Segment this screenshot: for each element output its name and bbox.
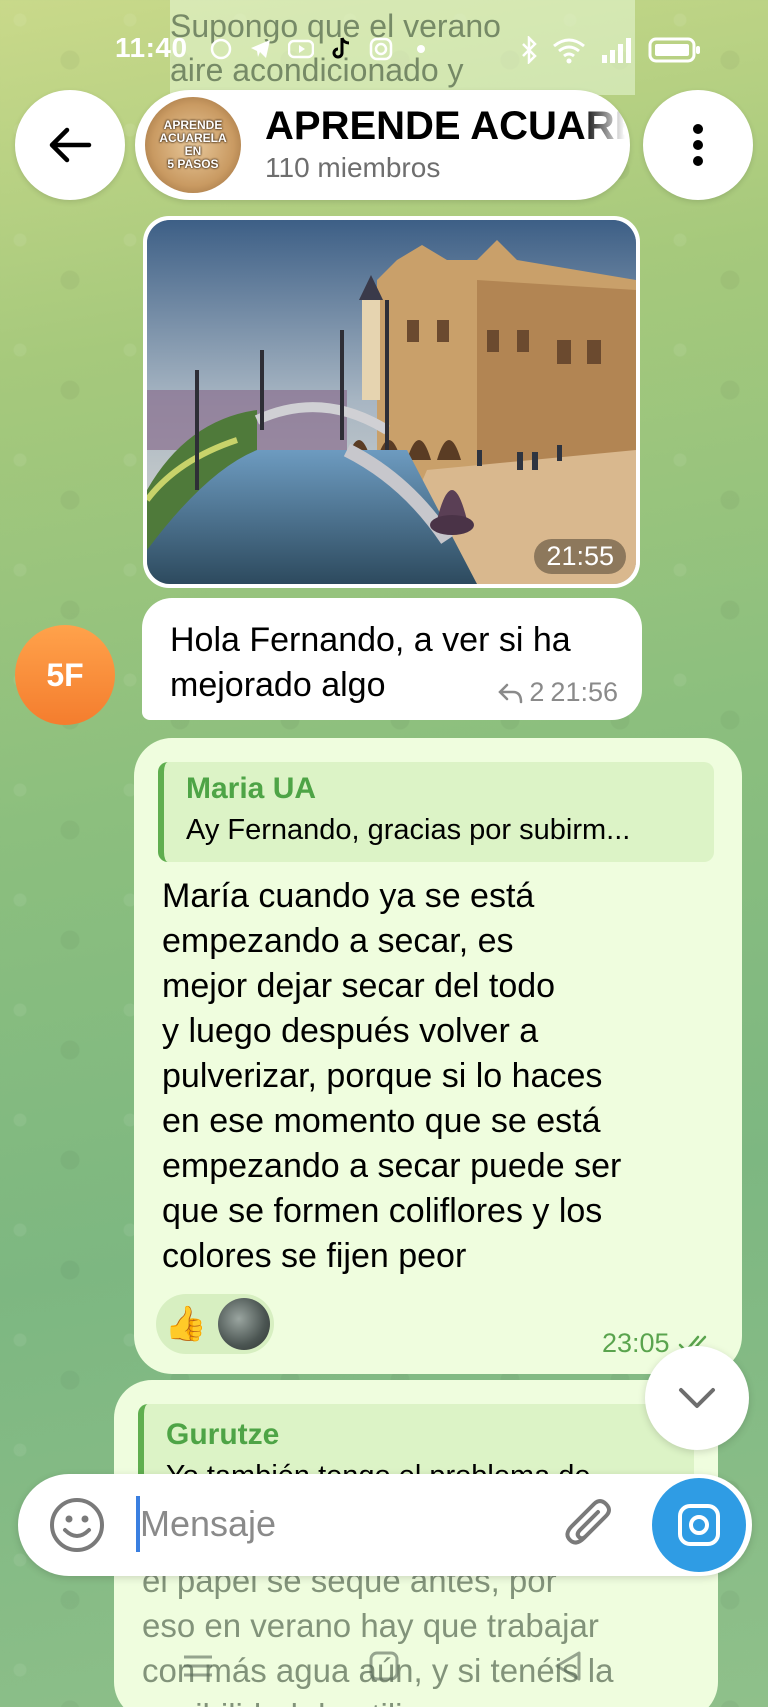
navigation-bar bbox=[0, 1630, 768, 1707]
photo-message[interactable]: 21:55 bbox=[143, 216, 640, 588]
message-input[interactable] bbox=[140, 1492, 540, 1556]
tiktok-icon bbox=[328, 36, 354, 62]
member-count: 110 miembros bbox=[265, 152, 441, 183]
instagram-icon bbox=[368, 36, 394, 62]
avatar-logo-line: 5 PASOS bbox=[167, 157, 219, 171]
arrow-left-icon bbox=[49, 127, 92, 163]
status-bar: 11:40 bbox=[0, 28, 768, 72]
incoming-message-bubble[interactable]: Hola Fernando, a ver si ha mejorado algo… bbox=[142, 598, 642, 720]
back-nav-icon[interactable] bbox=[548, 1646, 588, 1686]
camera-button[interactable] bbox=[652, 1478, 746, 1572]
message-text-line: María cuando ya se está bbox=[162, 877, 535, 915]
reply-quote[interactable]: Maria UA Ay Fernando, gracias por subirm… bbox=[158, 762, 714, 862]
quote-text: Ay Fernando, gracias por subirm... bbox=[186, 814, 631, 846]
chat-header[interactable]: APRENDE ACUARELA EN 5 PASOS APRENDE ACUA… bbox=[135, 90, 630, 200]
bluetooth-icon bbox=[520, 34, 538, 71]
message-text: María cuando ya se está empezando a seca… bbox=[162, 874, 722, 1279]
message-text-line: colores se fijen peor bbox=[162, 1237, 467, 1275]
back-button[interactable] bbox=[15, 90, 125, 200]
message-text-line: pulverizar, porque si lo haces bbox=[162, 1057, 603, 1095]
wifi-icon bbox=[552, 36, 586, 71]
home-nav-icon[interactable] bbox=[364, 1646, 404, 1686]
message-text-line: mejor dejar secar del todo bbox=[162, 967, 556, 1005]
reply-count[interactable]: 2 bbox=[529, 677, 544, 708]
emoji-button[interactable] bbox=[48, 1496, 106, 1554]
watercolor-painting-image bbox=[147, 220, 636, 584]
whatsapp-icon bbox=[208, 36, 234, 62]
message-text-line: que se formen coliflores y los bbox=[162, 1192, 603, 1230]
message-text-line: Hola Fernando, a ver si ha bbox=[170, 621, 571, 659]
message-time: 21:56 bbox=[550, 677, 618, 707]
paperclip-icon bbox=[565, 1499, 611, 1545]
camera-icon bbox=[678, 1504, 720, 1546]
message-text-line: en ese momento que se está bbox=[162, 1102, 601, 1140]
dot-icon bbox=[408, 36, 434, 62]
group-avatar[interactable]: APRENDE ACUARELA EN 5 PASOS bbox=[145, 97, 241, 193]
attach-button[interactable] bbox=[558, 1492, 622, 1556]
watercolor-photo[interactable]: 21:55 bbox=[147, 220, 636, 584]
group-title: APRENDE ACUARELA bbox=[265, 104, 625, 148]
more-vertical-icon bbox=[693, 124, 703, 166]
sender-avatar[interactable]: 5F bbox=[15, 625, 115, 725]
status-time: 11:40 bbox=[115, 32, 188, 63]
message-time: 23:05 bbox=[602, 1328, 670, 1358]
message-text-line: empezando a secar puede ser bbox=[162, 1147, 622, 1185]
message-time: 21:55 bbox=[534, 539, 626, 574]
message-composer[interactable] bbox=[18, 1474, 752, 1576]
reactions[interactable]: 👍 bbox=[156, 1294, 274, 1354]
reply-arrow-icon bbox=[498, 683, 523, 703]
outgoing-message-bubble[interactable]: Maria UA Ay Fernando, gracias por subirm… bbox=[134, 738, 742, 1374]
telegram-icon bbox=[248, 36, 274, 62]
message-text-line: empezando a secar, es bbox=[162, 922, 514, 960]
more-options-button[interactable] bbox=[643, 90, 753, 200]
menu-nav-icon[interactable] bbox=[178, 1646, 218, 1686]
scroll-to-bottom-button[interactable] bbox=[645, 1346, 749, 1450]
thumbs-up-reaction[interactable]: 👍 bbox=[160, 1298, 212, 1350]
reactor-avatar[interactable] bbox=[218, 1298, 270, 1350]
youtube-icon bbox=[288, 36, 314, 62]
battery-icon bbox=[648, 36, 702, 71]
smiley-icon bbox=[50, 1498, 104, 1552]
chevron-down-icon bbox=[679, 1388, 715, 1408]
message-meta: 2 21:56 bbox=[497, 677, 618, 708]
message-text-line: y luego después volver a bbox=[162, 1012, 539, 1050]
quote-author: Maria UA bbox=[186, 772, 317, 805]
signal-icon bbox=[600, 37, 634, 70]
